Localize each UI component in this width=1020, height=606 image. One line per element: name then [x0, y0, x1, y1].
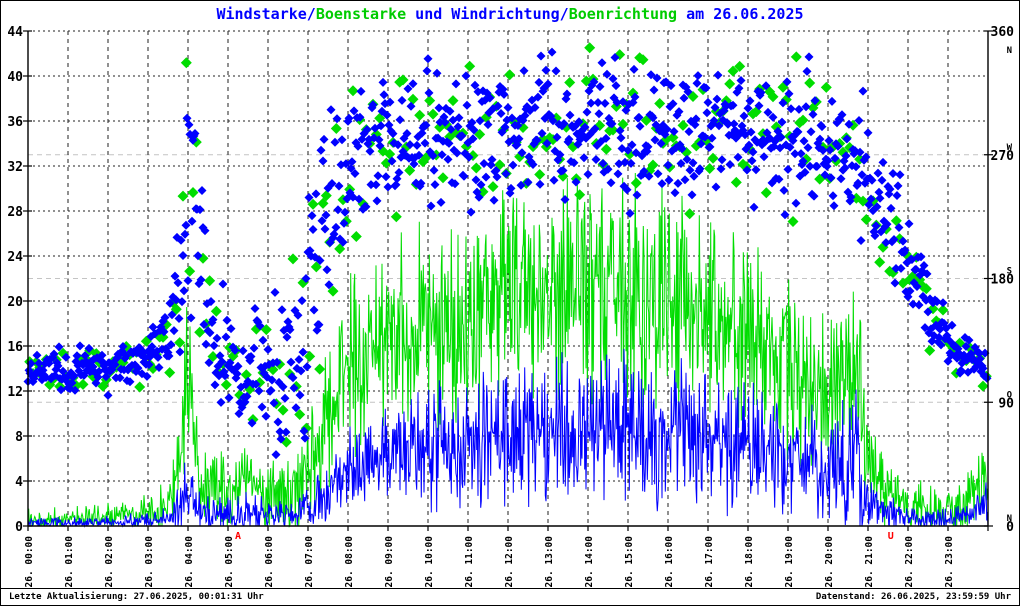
x-tick-label: 26. 23:00: [944, 536, 955, 588]
x-tick-label: 26. 05:00: [224, 536, 235, 588]
x-tick-label: 26. 18:00: [744, 536, 755, 588]
compass-direction-label: W: [1007, 143, 1013, 153]
x-tick-label: 26. 02:00: [104, 536, 115, 588]
x-tick-label: 26. 21:00: [864, 536, 875, 588]
y-left-tick-label: 32: [7, 160, 23, 175]
x-tick-label: 26. 20:00: [824, 536, 835, 588]
x-tick-label: 26. 06:00: [264, 536, 275, 588]
y-left-tick-label: 16: [7, 340, 23, 355]
x-tick-label: 26. 07:00: [304, 536, 315, 588]
x-tick-label: 26. 09:00: [384, 536, 395, 588]
x-tick-label: 26. 15:00: [624, 536, 635, 588]
y-left-tick-label: 24: [7, 250, 23, 265]
x-tick-label: 26. 11:00: [464, 536, 475, 588]
compass-direction-label: S: [1007, 267, 1012, 277]
x-tick-label: 26. 10:00: [424, 536, 435, 588]
x-tick-label: 26. 03:00: [144, 536, 155, 588]
compass-direction-label: O: [1007, 390, 1013, 400]
compass-direction-label: N: [1007, 46, 1012, 56]
x-tick-label: 26. 01:00: [64, 536, 75, 588]
y-left-tick-label: 8: [15, 430, 23, 445]
y-left-tick-label: 44: [7, 25, 23, 40]
x-tick-label: 26. 17:00: [704, 536, 715, 588]
x-tick-label: 26. 22:00: [904, 536, 915, 588]
status-bar: Letzte Aktualisierung: 27.06.2025, 00:01…: [1, 588, 1019, 605]
x-tick-label: 26. 16:00: [664, 536, 675, 588]
y-left-tick-label: 12: [7, 385, 23, 400]
y-left-tick-label: 40: [7, 70, 23, 85]
x-tick-label: 26. 14:00: [584, 536, 595, 588]
sunrise-marker: A: [235, 531, 241, 542]
sunset-marker: U: [888, 531, 894, 542]
compass-direction-label: N: [1007, 514, 1012, 524]
x-tick-label: 26. 19:00: [784, 536, 795, 588]
x-tick-label: 26. 04:00: [184, 536, 195, 588]
data-timestamp-text: Datenstand: 26.06.2025, 23:59:59 Uhr: [816, 592, 1011, 602]
y-left-tick-label: 36: [7, 115, 23, 130]
wind-chart-plot: 048121620242832364044360270180900NWSON26…: [1, 1, 1019, 588]
y-right-tick-label: 360: [991, 25, 1015, 40]
y-left-tick-label: 20: [7, 295, 23, 310]
x-tick-label: 26. 13:00: [544, 536, 555, 588]
y-left-tick-label: 0: [15, 520, 23, 535]
last-update-text: Letzte Aktualisierung: 27.06.2025, 00:01…: [9, 592, 264, 602]
x-tick-label: 26. 08:00: [344, 536, 355, 588]
x-tick-label: 26. 12:00: [504, 536, 515, 588]
y-left-tick-label: 4: [15, 475, 23, 490]
y-left-tick-label: 28: [7, 205, 23, 220]
x-tick-label: 26. 00:00: [24, 536, 35, 588]
weather-chart-window: Windstarke/Boenstarke und Windrichtung/B…: [0, 0, 1020, 606]
